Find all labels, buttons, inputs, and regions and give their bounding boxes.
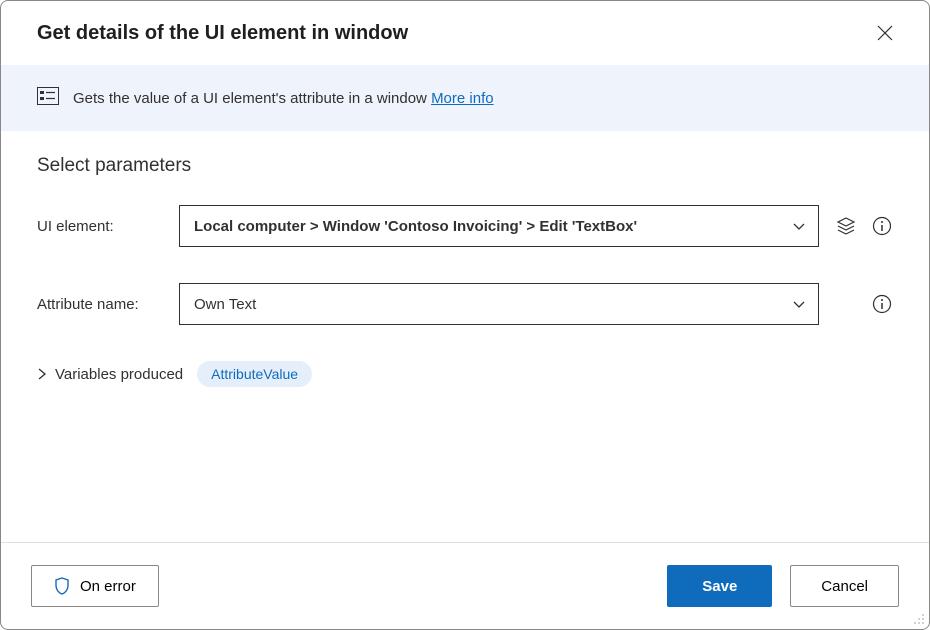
ui-element-select[interactable]: Local computer > Window 'Contoso Invoici… (179, 205, 819, 247)
attribute-name-value: Own Text (194, 296, 256, 313)
info-icon (872, 216, 892, 236)
section-title: Select parameters (37, 155, 893, 177)
close-icon (877, 25, 893, 41)
on-error-label: On error (80, 578, 136, 595)
attribute-info-button[interactable] (871, 293, 893, 315)
dialog-footer: On error Save Cancel (1, 542, 929, 629)
chevron-down-icon (792, 219, 806, 233)
save-button[interactable]: Save (667, 565, 772, 607)
variables-label: Variables produced (55, 366, 183, 383)
variable-chip[interactable]: AttributeValue (197, 361, 312, 387)
dialog-window: Get details of the UI element in window … (0, 0, 930, 630)
action-details-icon (37, 87, 59, 109)
info-icon (872, 294, 892, 314)
info-text: Gets the value of a UI element's attribu… (73, 90, 494, 107)
cancel-label: Cancel (821, 578, 868, 595)
resize-grip-icon[interactable] (911, 611, 925, 625)
attribute-name-row: Attribute name: Own Text (37, 283, 893, 325)
dialog-body: Select parameters UI element: Local comp… (1, 131, 929, 542)
save-label: Save (702, 578, 737, 595)
variables-row: Variables produced AttributeValue (37, 361, 893, 387)
ui-element-label: UI element: (37, 218, 179, 235)
attribute-name-label: Attribute name: (37, 296, 179, 313)
close-button[interactable] (873, 21, 897, 45)
layers-icon (836, 216, 856, 236)
ui-element-value: Local computer > Window 'Contoso Invoici… (194, 218, 637, 235)
chevron-right-icon (37, 368, 47, 380)
info-bar: Gets the value of a UI element's attribu… (1, 65, 929, 131)
ui-element-row: UI element: Local computer > Window 'Con… (37, 205, 893, 247)
variables-toggle[interactable]: Variables produced (37, 366, 183, 383)
dialog-header: Get details of the UI element in window (1, 1, 929, 65)
ui-element-picker-button[interactable] (835, 215, 857, 237)
ui-element-info-button[interactable] (871, 215, 893, 237)
attribute-name-select[interactable]: Own Text (179, 283, 819, 325)
on-error-button[interactable]: On error (31, 565, 159, 607)
more-info-link[interactable]: More info (431, 90, 494, 107)
info-text-content: Gets the value of a UI element's attribu… (73, 90, 431, 107)
dialog-title: Get details of the UI element in window (37, 22, 408, 45)
chevron-down-icon (792, 297, 806, 311)
cancel-button[interactable]: Cancel (790, 565, 899, 607)
shield-icon (54, 577, 70, 595)
